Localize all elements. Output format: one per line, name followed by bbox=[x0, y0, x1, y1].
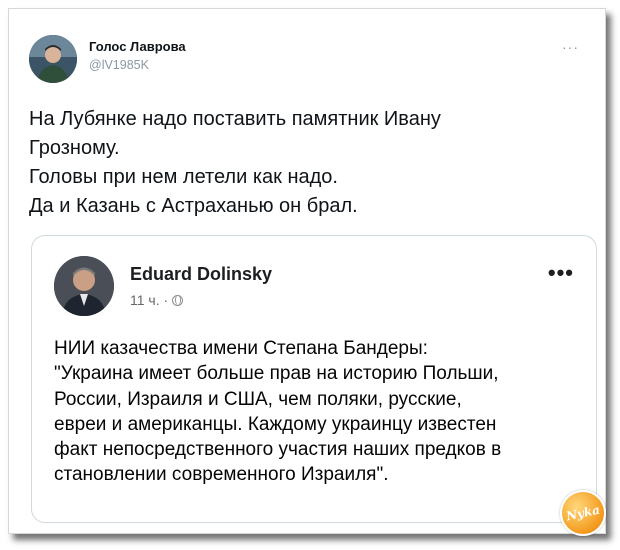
quoted-text-line: НИИ казачества имени Степана Бандеры: bbox=[54, 338, 428, 359]
tweet-text-line: Головы при нем летели как надо. bbox=[29, 166, 338, 188]
avatar[interactable] bbox=[29, 35, 77, 83]
more-options-icon[interactable]: ··· bbox=[562, 39, 579, 55]
tweet-header: Голос Лаврова @lV1985K ··· bbox=[29, 35, 589, 87]
post-time[interactable]: 11 ч. · bbox=[130, 292, 168, 308]
tweet-text-line: Грозному. bbox=[29, 137, 120, 159]
globe-icon bbox=[172, 294, 184, 306]
watermark-text: Nyka bbox=[564, 502, 602, 524]
tweet-text-line: Да и Казань с Астраханью он брал. bbox=[29, 195, 358, 217]
tweet-text-line: На Лубянке надо поставить памятник Ивану bbox=[29, 108, 441, 130]
quoted-post-card[interactable]: Eduard Dolinsky 11 ч. · ••• НИИ казачест… bbox=[31, 235, 597, 523]
more-options-icon[interactable]: ••• bbox=[548, 262, 574, 284]
quoted-text-line: "Украина имеет больше прав на историю По… bbox=[54, 363, 499, 385]
quoted-text-line: становлении современного Израиля". bbox=[54, 464, 389, 486]
handle[interactable]: @lV1985K bbox=[89, 58, 186, 72]
quoted-text-line: России, Израиля и США, чем поляки, русск… bbox=[54, 388, 462, 410]
tweet-names: Голос Лаврова @lV1985K bbox=[89, 39, 186, 72]
tweet-text: На Лубянке надо поставить памятник Ивану… bbox=[29, 105, 589, 221]
quoted-text-line: евреи и американцы. Каждому украинцу изв… bbox=[54, 413, 497, 435]
quoted-author-name[interactable]: Eduard Dolinsky bbox=[130, 264, 272, 285]
display-name[interactable]: Голос Лаврова bbox=[89, 39, 186, 54]
quoted-post-text: НИИ казачества имени Степана Бандеры: "У… bbox=[54, 336, 594, 488]
watermark-logo: Nyka bbox=[560, 490, 606, 536]
post-meta: 11 ч. · bbox=[130, 292, 184, 308]
quoted-author-avatar[interactable] bbox=[54, 256, 114, 316]
screenshot-frame: Голос Лаврова @lV1985K ··· На Лубянке на… bbox=[8, 8, 606, 534]
quoted-text-line: факт непосредственного участия наших пре… bbox=[54, 439, 502, 461]
